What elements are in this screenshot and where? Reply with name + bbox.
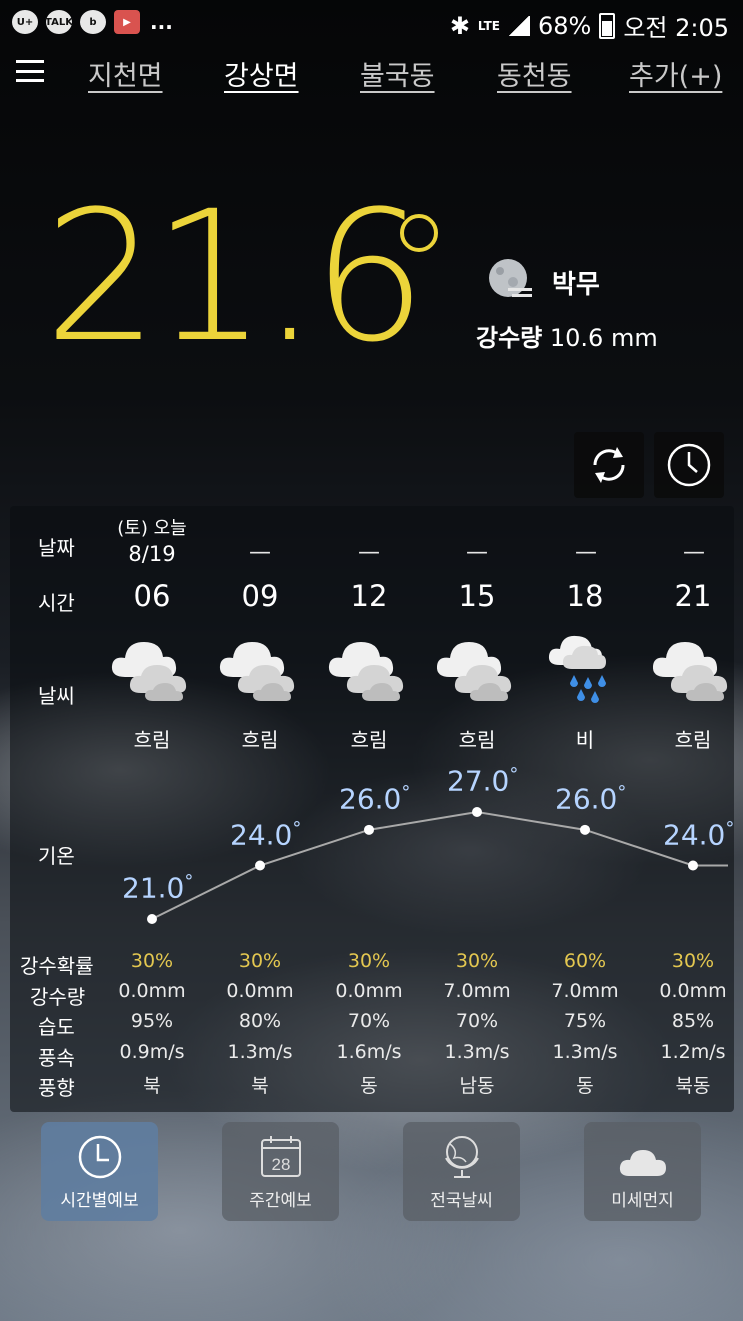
temperature-point xyxy=(688,860,698,871)
temperature-point xyxy=(147,914,157,924)
hourly-forecast-button[interactable]: 시간별예보 xyxy=(41,1122,158,1221)
fine-dust-button[interactable]: 미세먼지 xyxy=(584,1122,701,1221)
fine-dust-label: 미세먼지 xyxy=(611,1191,674,1211)
temperature-point xyxy=(580,824,590,835)
temperature-point xyxy=(364,824,374,835)
national-weather-label: 전국날씨 xyxy=(430,1191,493,1211)
temperature-line xyxy=(151,810,728,920)
weekly-forecast-label: 주간예보 xyxy=(249,1191,312,1211)
globe-icon xyxy=(444,1136,479,1178)
hourly-forecast-label: 시간별예보 xyxy=(60,1191,139,1211)
temperature-point xyxy=(472,807,482,817)
calendar-icon: 28 xyxy=(260,1136,301,1177)
cloud-icon xyxy=(619,1150,666,1176)
national-weather-button[interactable]: 전국날씨 xyxy=(403,1122,520,1221)
calendar-day: 28 xyxy=(271,1155,290,1174)
weekly-forecast-button[interactable]: 28 주간예보 xyxy=(222,1122,339,1221)
temperature-point xyxy=(255,860,265,871)
clock-icon xyxy=(78,1135,121,1179)
